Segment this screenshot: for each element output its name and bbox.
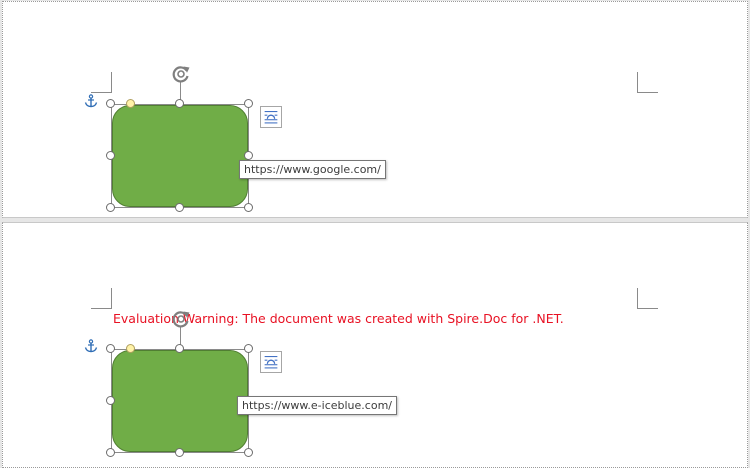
shape-fill[interactable] [112, 350, 248, 452]
resize-handle-sw[interactable] [106, 203, 115, 212]
resize-handle-nw[interactable] [106, 344, 115, 353]
anchor-icon[interactable] [84, 94, 98, 108]
resize-handle-sw[interactable] [106, 448, 115, 457]
resize-handle-s[interactable] [175, 203, 184, 212]
resize-handle-ne[interactable] [244, 344, 253, 353]
rounded-rectangle-shape[interactable] [106, 344, 253, 457]
shape-fill[interactable] [112, 105, 248, 207]
anchor-icon[interactable] [84, 339, 98, 353]
resize-handle-w[interactable] [106, 151, 115, 160]
margin-corner-top-left [91, 288, 112, 309]
margin-corner-top-right [637, 288, 658, 309]
margin-corner-top-right [637, 72, 658, 93]
document-viewport: https://www.google.com/ Evaluation Warni… [0, 0, 750, 468]
rounded-rectangle-shape[interactable] [106, 99, 253, 212]
hyperlink-tooltip: https://www.google.com/ [239, 160, 386, 179]
adjust-handle[interactable] [126, 99, 135, 108]
resize-handle-n[interactable] [175, 99, 184, 108]
resize-handle-se[interactable] [244, 448, 253, 457]
hyperlink-tooltip: https://www.e-iceblue.com/ [237, 396, 397, 415]
resize-handle-nw[interactable] [106, 99, 115, 108]
resize-handle-ne[interactable] [244, 99, 253, 108]
page-2: Evaluation Warning: The document was cre… [2, 222, 748, 468]
layout-options-icon[interactable] [260, 351, 282, 373]
rotate-icon[interactable] [170, 63, 192, 85]
adjust-handle[interactable] [126, 344, 135, 353]
resize-handle-se[interactable] [244, 203, 253, 212]
margin-corner-top-left [91, 72, 112, 93]
resize-handle-s[interactable] [175, 448, 184, 457]
rotate-icon[interactable] [170, 308, 192, 330]
resize-handle-e[interactable] [244, 151, 253, 160]
resize-handle-n[interactable] [175, 344, 184, 353]
layout-options-icon[interactable] [260, 106, 282, 128]
resize-handle-w[interactable] [106, 396, 115, 405]
page-1: https://www.google.com/ [2, 1, 748, 218]
